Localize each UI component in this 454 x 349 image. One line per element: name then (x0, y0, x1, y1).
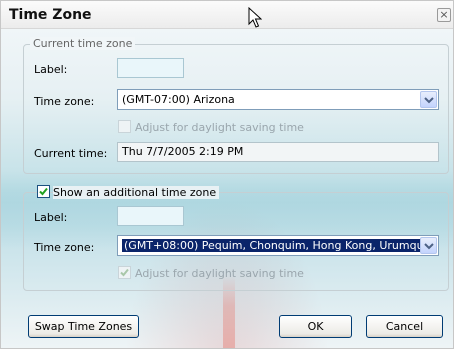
current-timezone-value: (GMT-07:00) Arizona (122, 93, 235, 106)
additional-timezone-caption: Time zone: (34, 241, 95, 254)
additional-timezone-dropdown-button[interactable] (420, 237, 437, 254)
current-time-zone-legend: Current time zone (30, 37, 136, 50)
checkmark-icon (120, 268, 129, 277)
current-time-display: Thu 7/7/2005 2:19 PM (117, 142, 439, 162)
current-label-caption: Label: (34, 63, 68, 76)
current-dst-checkbox[interactable] (118, 120, 131, 133)
show-additional-checkbox[interactable] (37, 185, 50, 198)
title-bar[interactable]: Time Zone × (1, 1, 453, 29)
cancel-button[interactable]: Cancel (366, 315, 443, 338)
additional-label-caption: Label: (34, 211, 68, 224)
close-icon: × (439, 8, 449, 21)
show-additional-label[interactable]: Show an additional time zone (53, 186, 220, 199)
mouse-cursor-icon (248, 7, 262, 28)
swap-time-zones-button[interactable]: Swap Time Zones (28, 315, 139, 338)
ok-button[interactable]: OK (279, 315, 352, 338)
additional-dst-checkbox[interactable] (118, 266, 131, 279)
window-title: Time Zone (9, 7, 92, 23)
chevron-down-icon (424, 243, 434, 250)
close-button[interactable]: × (437, 8, 451, 22)
current-time-value: Thu 7/7/2005 2:19 PM (122, 145, 244, 158)
current-timezone-select[interactable]: (GMT-07:00) Arizona (117, 89, 439, 110)
current-dst-label: Adjust for daylight saving time (135, 121, 304, 134)
current-timezone-dropdown-button[interactable] (420, 91, 437, 108)
current-time-caption: Current time: (34, 147, 108, 160)
checkmark-icon (39, 187, 48, 196)
current-timezone-caption: Time zone: (34, 95, 95, 108)
additional-label-input[interactable] (117, 206, 184, 226)
additional-timezone-select[interactable]: (GMT+08:00) Pequim, Chonquim, Hong Kong,… (117, 235, 439, 256)
additional-timezone-value: (GMT+08:00) Pequim, Chonquim, Hong Kong,… (122, 239, 426, 252)
additional-dst-label: Adjust for daylight saving time (135, 267, 304, 280)
current-label-input[interactable] (117, 58, 184, 78)
time-zone-dialog: Time Zone × Current time zone Label: Tim… (0, 0, 454, 349)
chevron-down-icon (424, 97, 434, 104)
